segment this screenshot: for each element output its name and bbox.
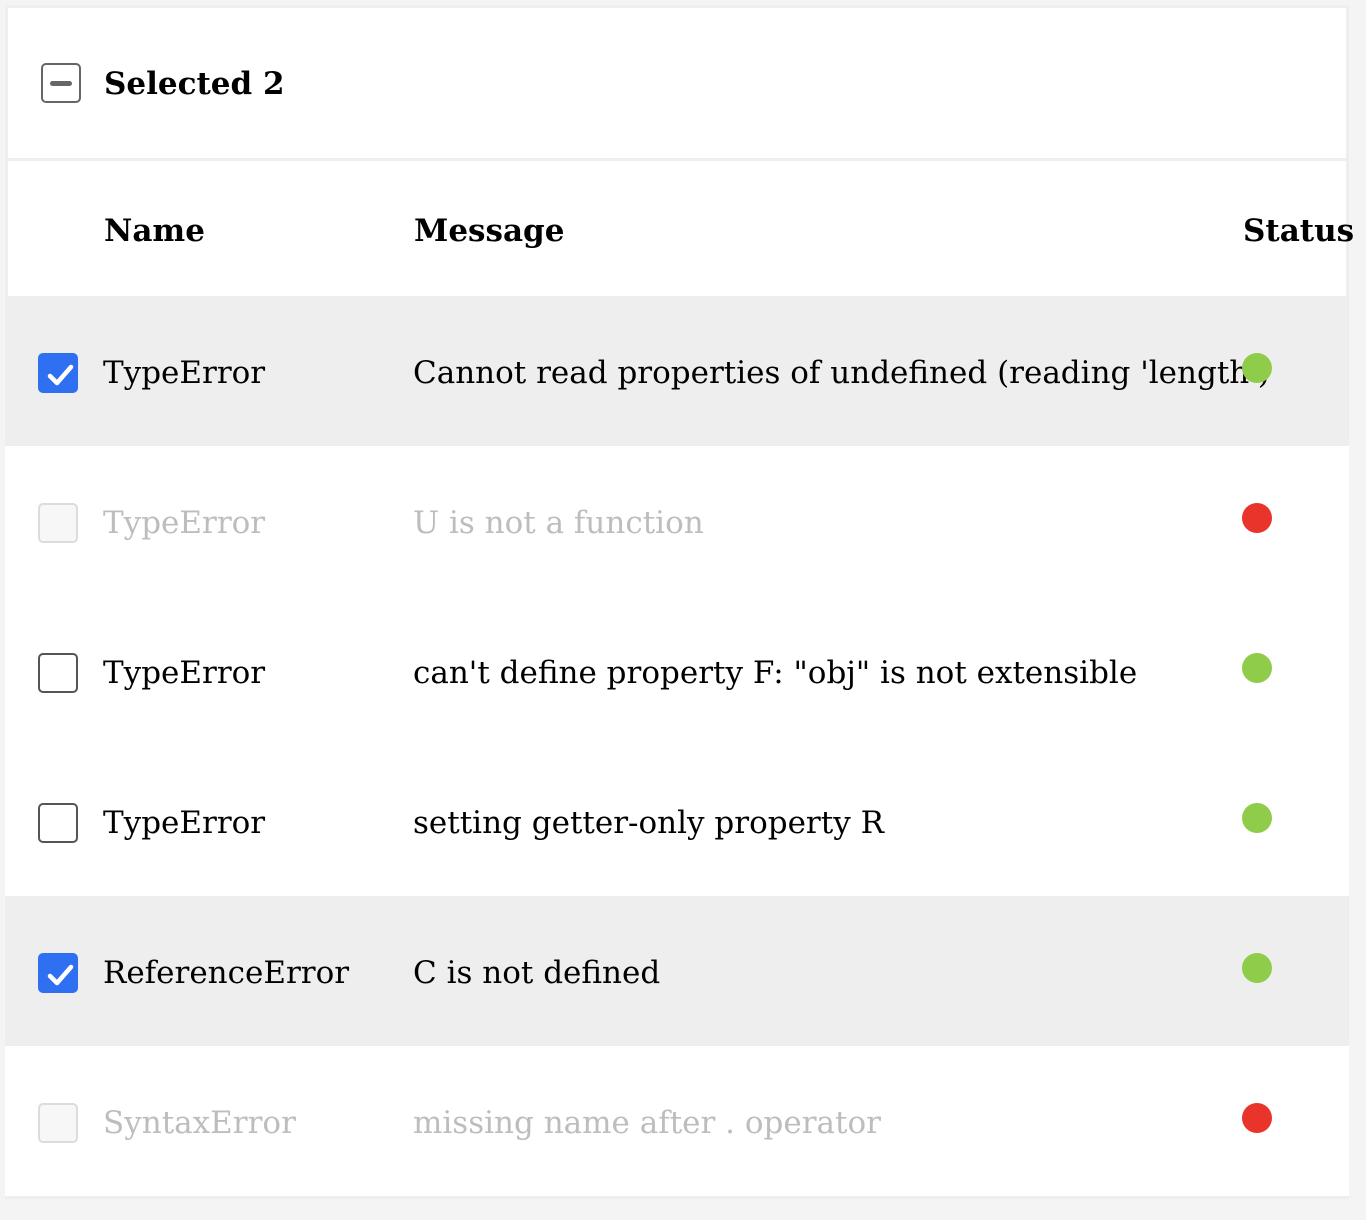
row-message: Cannot read properties of undefined (rea…	[413, 355, 1270, 391]
row-message: C is not defined	[413, 955, 661, 991]
status-ok-indicator	[1242, 803, 1272, 833]
row-checkbox[interactable]	[38, 353, 78, 393]
row-name: TypeError	[103, 355, 266, 391]
checkmark-icon	[47, 364, 74, 386]
table-row: TypeError U is not a function	[5, 446, 1349, 596]
status-error-indicator	[1242, 503, 1272, 533]
column-header-name[interactable]: Name	[104, 211, 205, 251]
row-name: TypeError	[103, 805, 266, 841]
column-header-message[interactable]: Message	[414, 211, 564, 251]
table-row[interactable]: TypeError Cannot read properties of undef…	[5, 296, 1349, 446]
table-row: SyntaxError missing name after . operator	[5, 1046, 1349, 1196]
status-ok-indicator	[1242, 353, 1272, 383]
row-name: TypeError	[103, 505, 266, 541]
table-header: Name Message Status	[8, 161, 1354, 299]
row-checkbox[interactable]	[38, 653, 78, 693]
table-row[interactable]: TypeError setting getter-only property R	[5, 746, 1349, 896]
indeterminate-icon	[50, 81, 72, 86]
row-message: missing name after . operator	[413, 1105, 881, 1141]
table-body: TypeError Cannot read properties of undef…	[5, 296, 1349, 1196]
select-all-checkbox[interactable]	[41, 63, 81, 103]
row-message: setting getter-only property R	[413, 805, 884, 841]
row-message: can't define property F: "obj" is not ex…	[413, 655, 1138, 691]
row-checkbox	[38, 503, 78, 543]
table-row[interactable]: ReferenceError C is not defined	[5, 896, 1349, 1046]
checkmark-icon	[47, 964, 74, 986]
status-ok-indicator	[1242, 953, 1272, 983]
row-name: ReferenceError	[103, 955, 350, 991]
selected-count-label: Selected 2	[104, 66, 285, 102]
row-message: U is not a function	[413, 505, 704, 541]
selection-toolbar: Selected 2	[8, 8, 1346, 161]
status-ok-indicator	[1242, 653, 1272, 683]
table-row[interactable]: TypeError can't define property F: "obj" …	[5, 596, 1349, 746]
status-error-indicator	[1242, 1103, 1272, 1133]
column-header-status[interactable]: Status	[1243, 211, 1354, 251]
row-checkbox[interactable]	[38, 803, 78, 843]
row-name: SyntaxError	[103, 1105, 296, 1141]
row-checkbox	[38, 1103, 78, 1143]
row-checkbox[interactable]	[38, 953, 78, 993]
row-name: TypeError	[103, 655, 266, 691]
error-table-panel: Selected 2 Name Message Status TypeError…	[5, 5, 1354, 1199]
